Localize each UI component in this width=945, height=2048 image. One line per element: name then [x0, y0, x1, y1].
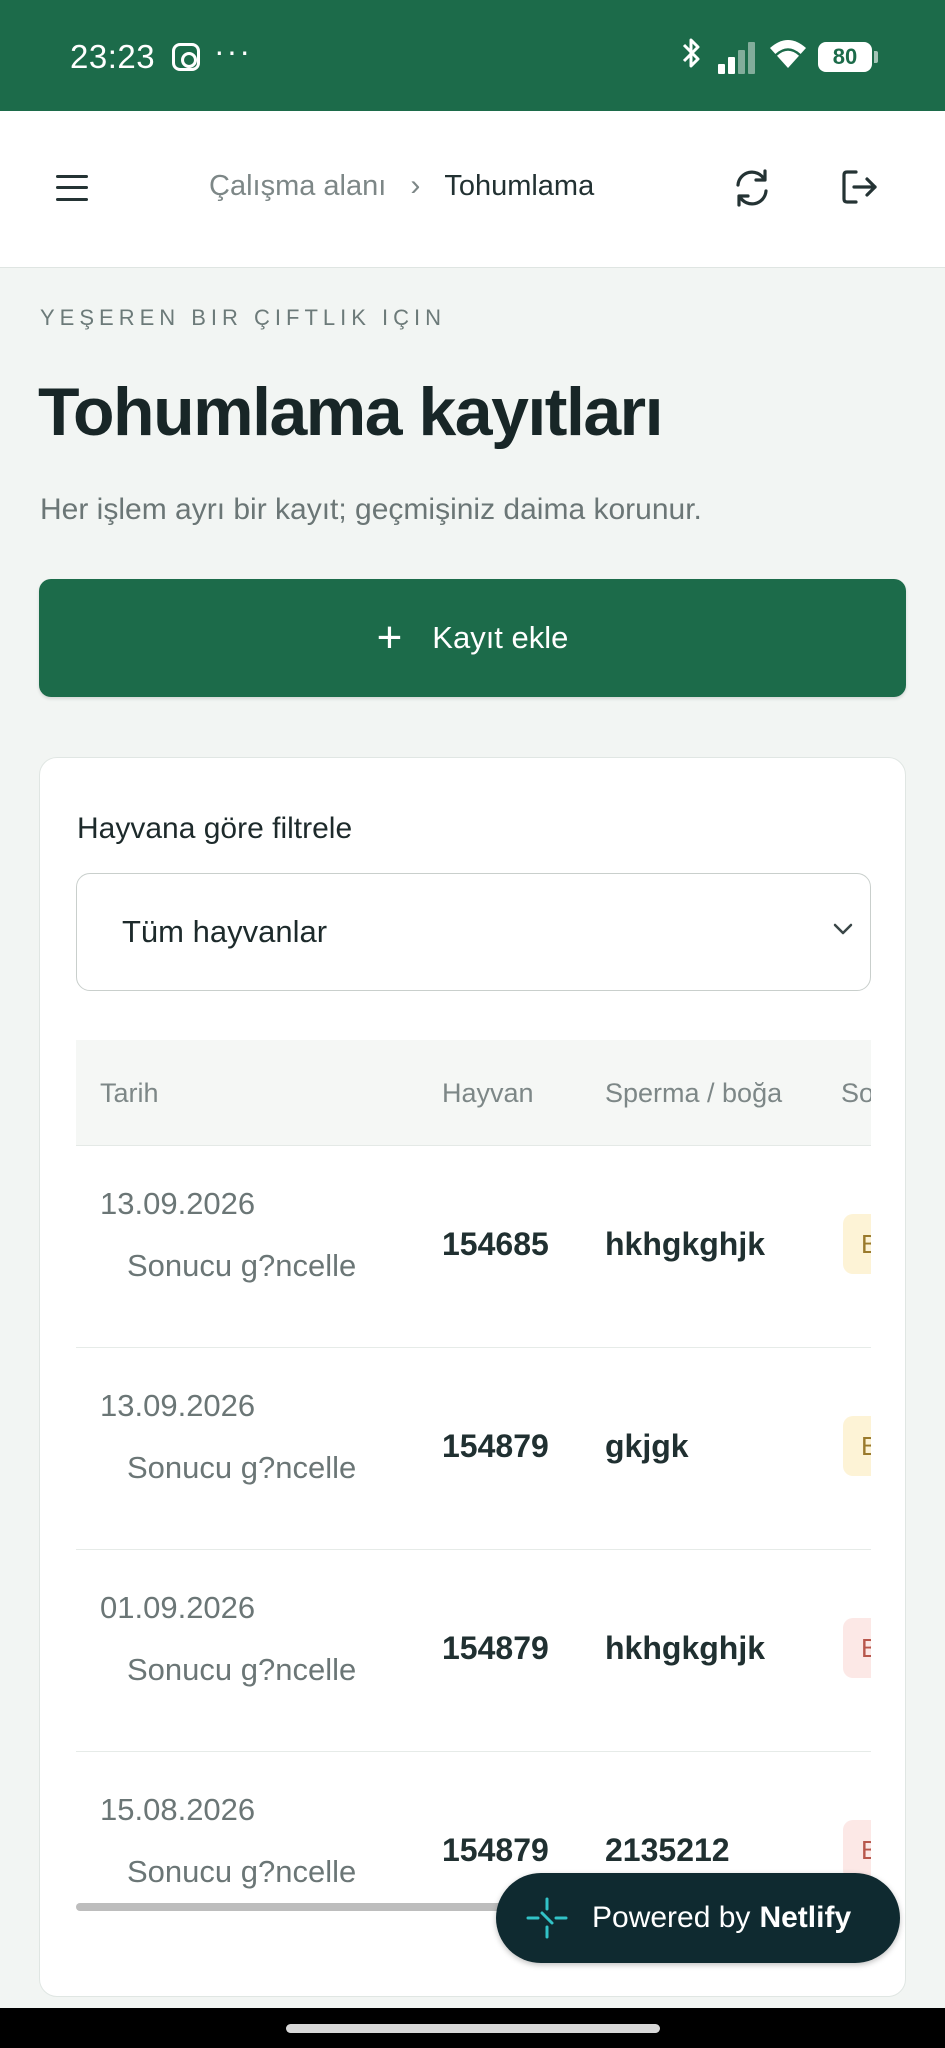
status-badge: B	[843, 1618, 871, 1678]
netlify-badge[interactable]: Powered by Netlify	[496, 1873, 900, 1963]
more-dots-icon: ···	[214, 33, 252, 69]
signal-icon	[718, 42, 758, 74]
add-record-label: Kayıt ekle	[432, 620, 569, 655]
row-animal: 154879	[442, 1428, 549, 1464]
breadcrumb: Çalışma alanı › Tohumlama	[209, 169, 594, 203]
plus-icon: +	[376, 613, 403, 662]
status-bar: 23:23 ··· 80	[0, 0, 945, 111]
filter-selected-value: Tüm hayvanlar	[122, 914, 328, 949]
update-result-link[interactable]: Sonucu g?ncelle	[127, 1652, 356, 1688]
netlify-brand: Netlify	[759, 1901, 852, 1934]
row-animal: 154879	[442, 1630, 549, 1666]
records-table[interactable]: Tarih Hayvan Sperma / boğa So 13.09.2026…	[76, 1040, 871, 1920]
status-badge: B	[843, 1416, 871, 1476]
row-date: 01.09.2026	[100, 1590, 256, 1625]
update-result-link[interactable]: Sonucu g?ncelle	[127, 1248, 356, 1284]
column-semen: Sperma / boğa	[605, 1078, 783, 1108]
filter-label: Hayvana göre filtrele	[77, 812, 353, 845]
breadcrumb-parent[interactable]: Çalışma alanı	[209, 170, 386, 203]
chevron-right-icon: ›	[410, 169, 421, 202]
records-card: Hayvana göre filtrele Tüm hayvanlar Tari…	[39, 757, 906, 1997]
page-eyebrow: YEŞEREN BIR ÇIFTLIK IÇIN	[40, 305, 447, 330]
add-record-button[interactable]: + Kayıt ekle	[39, 579, 906, 697]
status-badge: B	[843, 1820, 871, 1880]
animal-filter-select[interactable]: Tüm hayvanlar	[76, 873, 871, 991]
row-semen: hkhgkghjk	[605, 1226, 766, 1262]
row-animal: 154685	[442, 1226, 549, 1262]
home-gesture-handle[interactable]	[286, 2024, 660, 2033]
row-animal: 154879	[442, 1832, 549, 1868]
logout-icon[interactable]	[840, 167, 880, 207]
battery-indicator: 80	[818, 42, 878, 72]
column-result: So	[841, 1078, 871, 1108]
table-row: 13.09.2026 Sonucu g?ncelle 154685 hkhgkg…	[76, 1146, 871, 1348]
status-badge: B	[843, 1214, 871, 1274]
netlify-prefix: Powered by	[592, 1901, 751, 1934]
page-subtitle: Her işlem ayrı bir kayıt; geçmişiniz dai…	[40, 493, 702, 526]
page-title: Tohumlama kayıtları	[38, 374, 664, 450]
column-date: Tarih	[100, 1078, 159, 1108]
table-row: 13.09.2026 Sonucu g?ncelle 154879 gkjgk …	[76, 1348, 871, 1550]
status-time: 23:23	[70, 38, 156, 75]
update-result-link[interactable]: Sonucu g?ncelle	[127, 1450, 356, 1486]
bluetooth-icon	[680, 36, 704, 79]
system-nav-bar	[0, 2008, 945, 2048]
breadcrumb-current: Tohumlama	[444, 169, 595, 202]
netlify-logo-icon	[526, 1897, 568, 1939]
update-result-link[interactable]: Sonucu g?ncelle	[127, 1854, 356, 1890]
app-bar: Çalışma alanı › Tohumlama	[0, 111, 945, 268]
table-header: Tarih Hayvan Sperma / boğa So	[76, 1040, 871, 1146]
row-semen: 2135212	[605, 1832, 730, 1868]
column-animal: Hayvan	[442, 1078, 534, 1108]
table-row: 01.09.2026 Sonucu g?ncelle 154879 hkhgkg…	[76, 1550, 871, 1752]
wifi-icon	[768, 38, 808, 78]
refresh-icon[interactable]	[732, 166, 772, 210]
menu-icon[interactable]	[56, 173, 88, 203]
row-semen: hkhgkghjk	[605, 1630, 766, 1666]
row-date: 13.09.2026	[100, 1186, 256, 1221]
chevron-down-icon	[833, 923, 853, 935]
row-semen: gkjgk	[605, 1428, 689, 1464]
row-date: 15.08.2026	[100, 1792, 256, 1827]
row-date: 13.09.2026	[100, 1388, 256, 1423]
instagram-icon	[172, 43, 200, 71]
